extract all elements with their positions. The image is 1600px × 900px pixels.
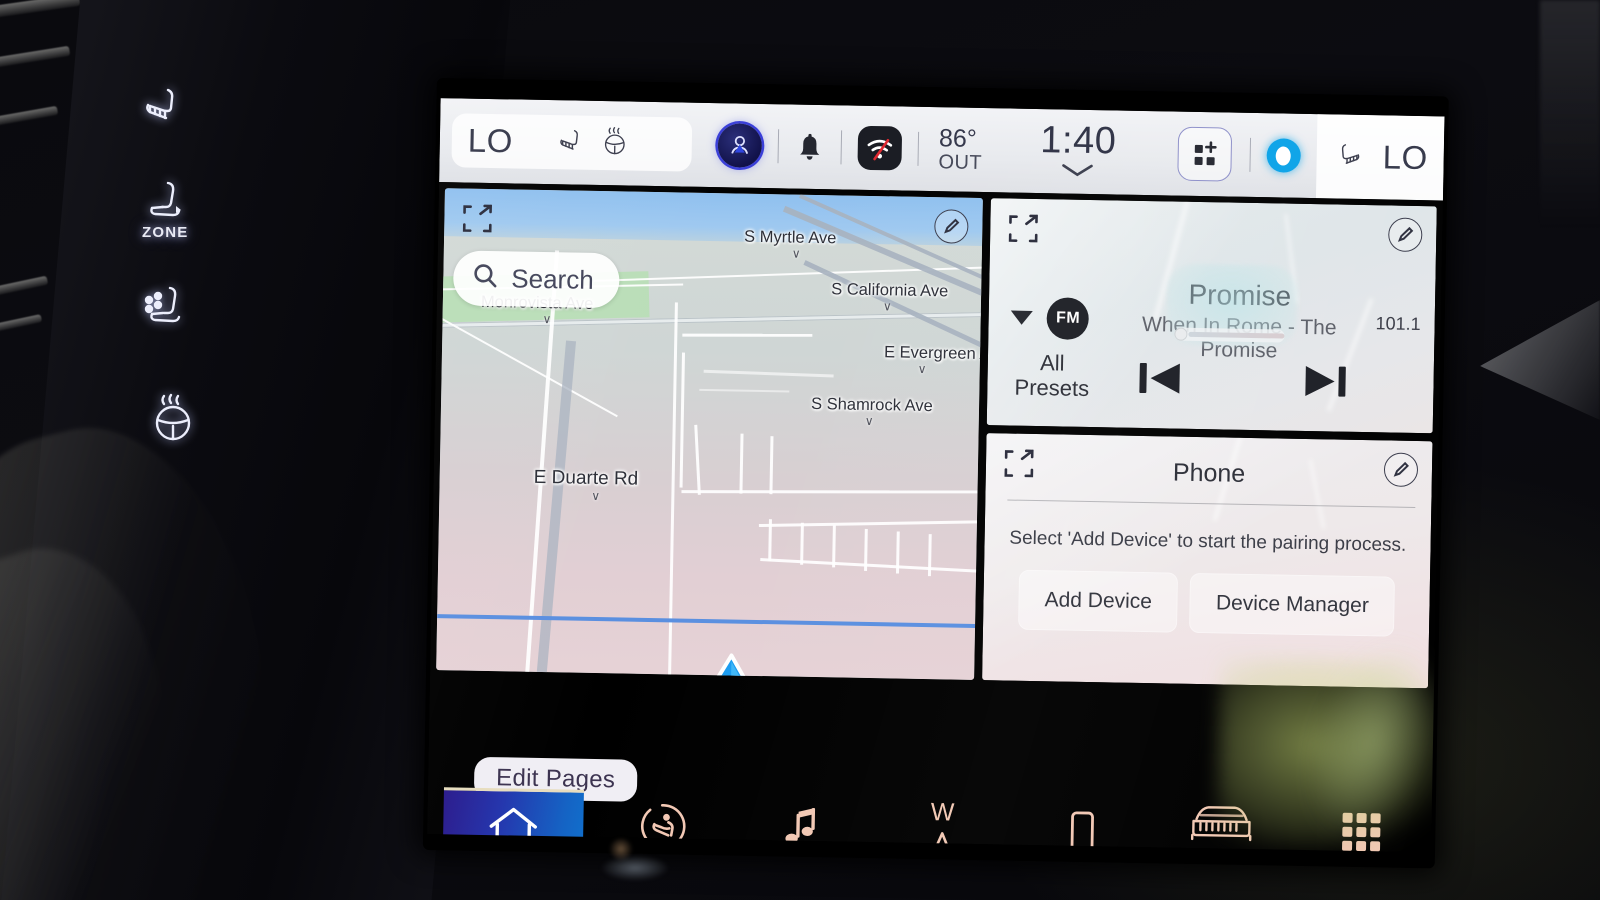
heated-seat-icon[interactable] (1334, 139, 1365, 175)
previous-track-icon[interactable] (1134, 354, 1187, 401)
driver-climate-control[interactable]: LO (451, 113, 693, 172)
map-road (681, 490, 982, 494)
status-bar-right: LO (1233, 113, 1445, 201)
divider (917, 131, 920, 166)
passenger-temp-value: LO (1382, 138, 1429, 177)
divider (840, 130, 843, 165)
map-widget[interactable]: S Myrtle Ave ∨ S California Ave ∨ Monrov… (436, 188, 984, 680)
label-caret: ∨ (882, 299, 892, 314)
expand-icon[interactable] (1006, 212, 1041, 250)
label-caret: ∨ (791, 246, 801, 261)
car-interior-scene: ZONE LO 86° OUT 1:40 LO S Myrtle Ave ∨ S… (0, 0, 1600, 900)
home-icon (486, 804, 541, 852)
dash-trim (0, 105, 59, 128)
dash-trim (0, 45, 71, 69)
next-track-icon[interactable] (1299, 357, 1352, 404)
search-placeholder: Search (511, 263, 594, 295)
apps-grid-icon (1339, 810, 1384, 853)
edit-pencil-icon[interactable] (1387, 217, 1423, 253)
all-presets-line2: Presets (1014, 374, 1090, 401)
map-street-label: S Shamrock Ave (810, 394, 933, 416)
map-road (682, 333, 813, 337)
outside-temperature: 86° OUT (938, 124, 983, 174)
outside-temp-value: 86° (938, 124, 978, 154)
phone-widget[interactable]: Phone Select 'Add Device' to start the p… (982, 433, 1433, 689)
media-frequency: 101.1 (1375, 313, 1421, 335)
heated-seat-button[interactable] (138, 82, 184, 128)
device-manager-button[interactable]: Device Manager (1189, 572, 1396, 637)
vehicle-icon (1188, 801, 1255, 849)
map-street-label: S California Ave (831, 280, 949, 301)
label-caret: ∨ (542, 311, 552, 327)
all-presets-line1: All (1039, 350, 1065, 376)
nav-items: Home (427, 787, 1432, 853)
bell-icon[interactable] (795, 131, 826, 164)
nav-item-nav[interactable]: W Nav (871, 795, 1013, 853)
divider (777, 129, 780, 164)
phone-widget-title: Phone (1172, 458, 1246, 488)
clock[interactable]: 1:40 (1040, 119, 1117, 182)
label-caret: ∨ (917, 361, 927, 377)
console-reflection (608, 838, 634, 860)
driver-temp-value: LO (467, 121, 514, 160)
outside-temp-label: OUT (938, 150, 983, 174)
seat-zone-button[interactable]: ZONE (142, 178, 188, 241)
media-controls: All Presets (988, 350, 1434, 407)
dash-trim (0, 0, 81, 19)
expand-icon[interactable] (460, 202, 495, 240)
map-street-label: S Myrtle Ave (743, 227, 837, 248)
driver-profile-icon[interactable] (717, 123, 763, 168)
right-widget-column: FM Promise When In Rome - The Promise 10… (981, 198, 1437, 760)
add-device-button[interactable]: Add Device (1018, 569, 1179, 633)
clock-value: 1:40 (1040, 119, 1117, 163)
dash-right-shape (1480, 300, 1600, 420)
passenger-climate-control[interactable]: LO (1315, 114, 1445, 201)
media-title: Promise (1188, 278, 1292, 312)
divider (1249, 137, 1252, 172)
nav-item-media[interactable]: Media (732, 793, 873, 853)
wifi-off-icon[interactable] (857, 125, 903, 171)
dash-trim (0, 314, 43, 334)
bottom-nav-bar: Edit Pages Home (427, 741, 1433, 853)
console-reflection (600, 855, 670, 881)
phone-icon (1064, 809, 1099, 853)
music-note-icon (782, 805, 823, 852)
nav-item-home[interactable]: Home (441, 787, 584, 853)
label-caret: ∨ (591, 488, 601, 504)
label-caret: ∨ (864, 413, 874, 429)
compass-icon (927, 829, 958, 853)
search-icon (471, 262, 500, 296)
nav-item-apps[interactable]: Apps (1291, 803, 1432, 853)
screen: LO 86° OUT 1:40 LO S Myrtle Ave ∨ S Cali… (427, 98, 1445, 853)
all-presets-button[interactable]: All Presets (988, 350, 1117, 402)
media-widget[interactable]: FM Promise When In Rome - The Promise 10… (987, 198, 1437, 434)
infotainment-display: LO 86° OUT 1:40 LO S Myrtle Ave ∨ S Cali… (422, 78, 1449, 869)
widget-area: S Myrtle Ave ∨ S California Ave ∨ Monrov… (428, 182, 1443, 761)
chevron-down-icon[interactable] (1058, 161, 1098, 182)
compass-letter: W (930, 798, 955, 827)
display-bezel: LO 86° OUT 1:40 LO S Myrtle Ave ∨ S Cali… (422, 78, 1449, 869)
media-source-badge[interactable]: FM (1046, 297, 1090, 340)
voice-assistant-icon[interactable] (1266, 138, 1301, 173)
add-widget-icon[interactable] (1177, 126, 1233, 182)
search-input[interactable]: Search (452, 250, 621, 309)
phone-actions: Add Device Device Manager (983, 569, 1430, 637)
heated-steering-wheel-button[interactable] (148, 392, 198, 444)
map-street-label: E Duarte Rd (533, 466, 639, 490)
comfort-icon (637, 801, 688, 853)
divider (1007, 499, 1416, 509)
dash-trim (0, 275, 49, 298)
heated-steering-wheel-icon[interactable] (599, 124, 632, 162)
media-progress-slider[interactable] (1174, 327, 1285, 343)
nav-item-phone[interactable]: Phone (1011, 798, 1152, 853)
seat-zone-label: ZONE (142, 224, 189, 241)
dash-right-shape (1540, 0, 1600, 230)
nav-item-vehicle[interactable]: Vehicle (1151, 800, 1292, 852)
phone-pairing-message: Select 'Add Device' to start the pairing… (1009, 527, 1407, 556)
source-dropdown-icon[interactable] (1011, 310, 1034, 325)
heated-seat-icon[interactable] (555, 125, 586, 161)
map-street-label: E Evergreen A (883, 343, 984, 364)
ventilated-seat-button[interactable] (140, 282, 188, 328)
